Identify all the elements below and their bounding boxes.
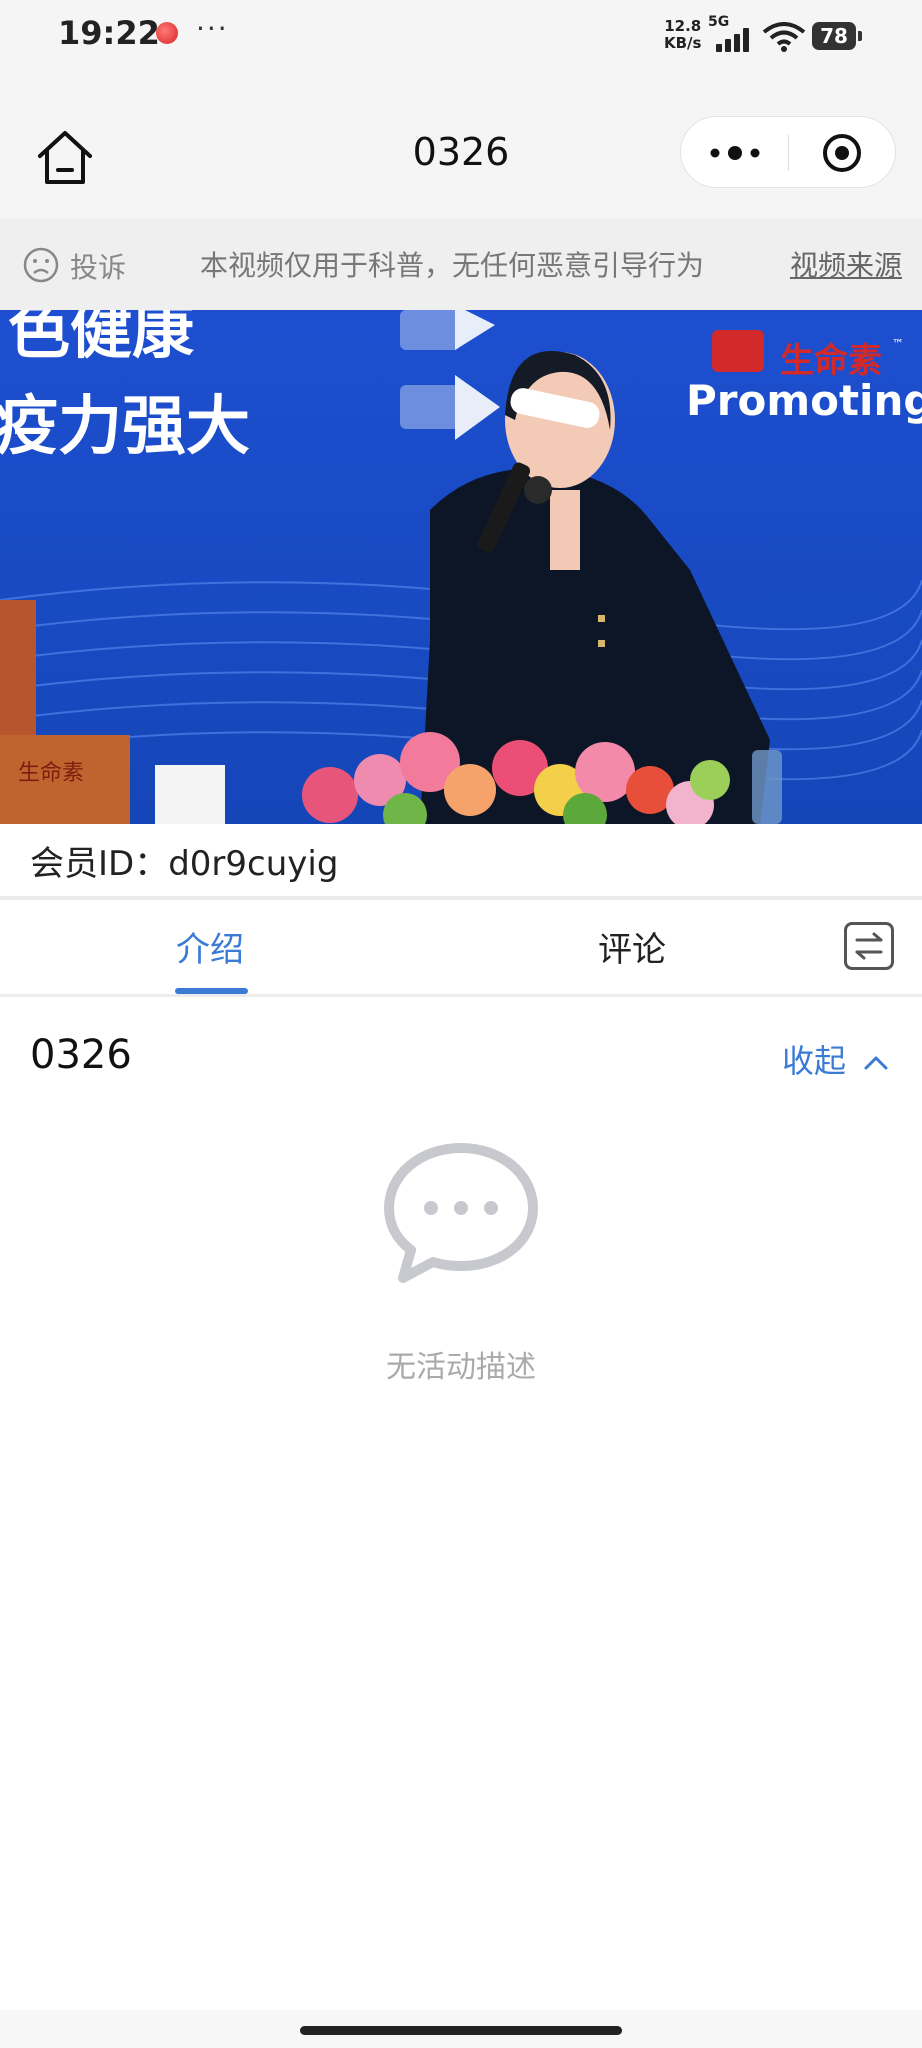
- collapse-button[interactable]: 收起: [782, 1036, 890, 1082]
- net-speed: 12.8 KB/s: [664, 18, 701, 52]
- battery-tip: [858, 31, 862, 41]
- nav-bar: 0326: [0, 72, 922, 218]
- complain-label: 投诉: [70, 251, 127, 284]
- app-notification-icon: [156, 22, 178, 44]
- mini-program-capsule: [680, 116, 896, 188]
- member-id-label: 会员ID：: [30, 844, 169, 884]
- capsule-more-button[interactable]: [681, 117, 788, 187]
- battery-icon: 78: [812, 22, 856, 50]
- tab-bar: 介绍 评论: [0, 900, 922, 996]
- capsule-close-button[interactable]: [789, 117, 896, 187]
- switch-arrows-icon: [855, 932, 883, 960]
- video-source-link[interactable]: 视频来源: [790, 244, 902, 284]
- banner-line-2: 疫力强大: [0, 390, 250, 464]
- video-player[interactable]: 色健康 疫力强大 生命素 ™ Promoting 生命素: [0, 310, 922, 824]
- brand-name: 生命素: [780, 341, 882, 381]
- chevron-up-icon: [864, 1056, 888, 1070]
- notice-bar: 投诉 本视频仅用于科普，无任何恶意引导行为 视频来源: [0, 218, 922, 310]
- sad-face-icon: [23, 247, 59, 283]
- target-close-icon: [823, 134, 861, 172]
- more-notifications-icon: ···: [196, 12, 229, 45]
- empty-description-text: 无活动描述: [386, 1350, 536, 1385]
- promo-text: Promoting: [686, 376, 922, 425]
- status-bar: 19:22 ··· 12.8 KB/s 5G 78: [0, 0, 922, 72]
- collapse-label: 收起: [782, 1042, 847, 1080]
- more-dots-icon: [710, 146, 760, 160]
- box-label: 生命素: [18, 761, 84, 786]
- switch-layout-button[interactable]: [844, 922, 894, 970]
- member-id: 会员ID：d0r9cuyig: [30, 836, 338, 885]
- net-speed-value: 12.8: [664, 17, 702, 35]
- video-frame: 色健康 疫力强大 生命素 ™ Promoting 生命素: [0, 310, 922, 824]
- notice-marquee: 本视频仅用于科普，无任何恶意引导行为: [200, 249, 705, 282]
- tab-comment[interactable]: 评论: [598, 922, 666, 971]
- wifi-icon: [762, 22, 806, 52]
- speech-bubble-icon: [384, 1143, 538, 1283]
- status-time: 19:22: [58, 14, 160, 52]
- divider: [0, 994, 922, 997]
- banner-line-1: 色健康: [8, 310, 194, 367]
- net-speed-unit: KB/s: [664, 34, 702, 52]
- brand-tm: ™: [892, 337, 904, 351]
- home-indicator[interactable]: [300, 2026, 622, 2035]
- tab-intro[interactable]: 介绍: [176, 922, 244, 971]
- member-id-value: d0r9cuyig: [168, 844, 339, 884]
- signal-icon: [716, 28, 756, 52]
- activity-title: 0326: [30, 1032, 132, 1078]
